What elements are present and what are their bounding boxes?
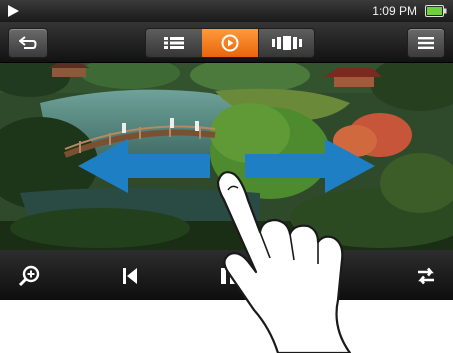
back-button[interactable] bbox=[8, 28, 48, 58]
list-view-button[interactable] bbox=[146, 29, 203, 57]
play-circle-icon bbox=[221, 34, 239, 52]
filmstrip-view-button[interactable] bbox=[258, 29, 314, 57]
status-time: 1:09 PM bbox=[372, 4, 417, 18]
top-toolbar bbox=[0, 22, 453, 63]
slideshow-button[interactable] bbox=[202, 29, 258, 57]
list-icon bbox=[164, 37, 184, 49]
zoom-icon[interactable] bbox=[18, 264, 42, 288]
back-arrow-icon bbox=[19, 36, 37, 49]
menu-button[interactable] bbox=[407, 28, 445, 58]
rotate-icon[interactable] bbox=[414, 264, 438, 288]
previous-icon[interactable] bbox=[118, 264, 142, 288]
status-bar: 1:09 PM bbox=[0, 0, 453, 22]
menu-icon bbox=[418, 37, 434, 49]
battery-icon bbox=[425, 5, 447, 17]
hand-gesture-illustration bbox=[216, 171, 352, 353]
filmstrip-icon bbox=[272, 36, 302, 50]
view-mode-switcher bbox=[145, 28, 315, 58]
play-icon bbox=[8, 5, 19, 17]
